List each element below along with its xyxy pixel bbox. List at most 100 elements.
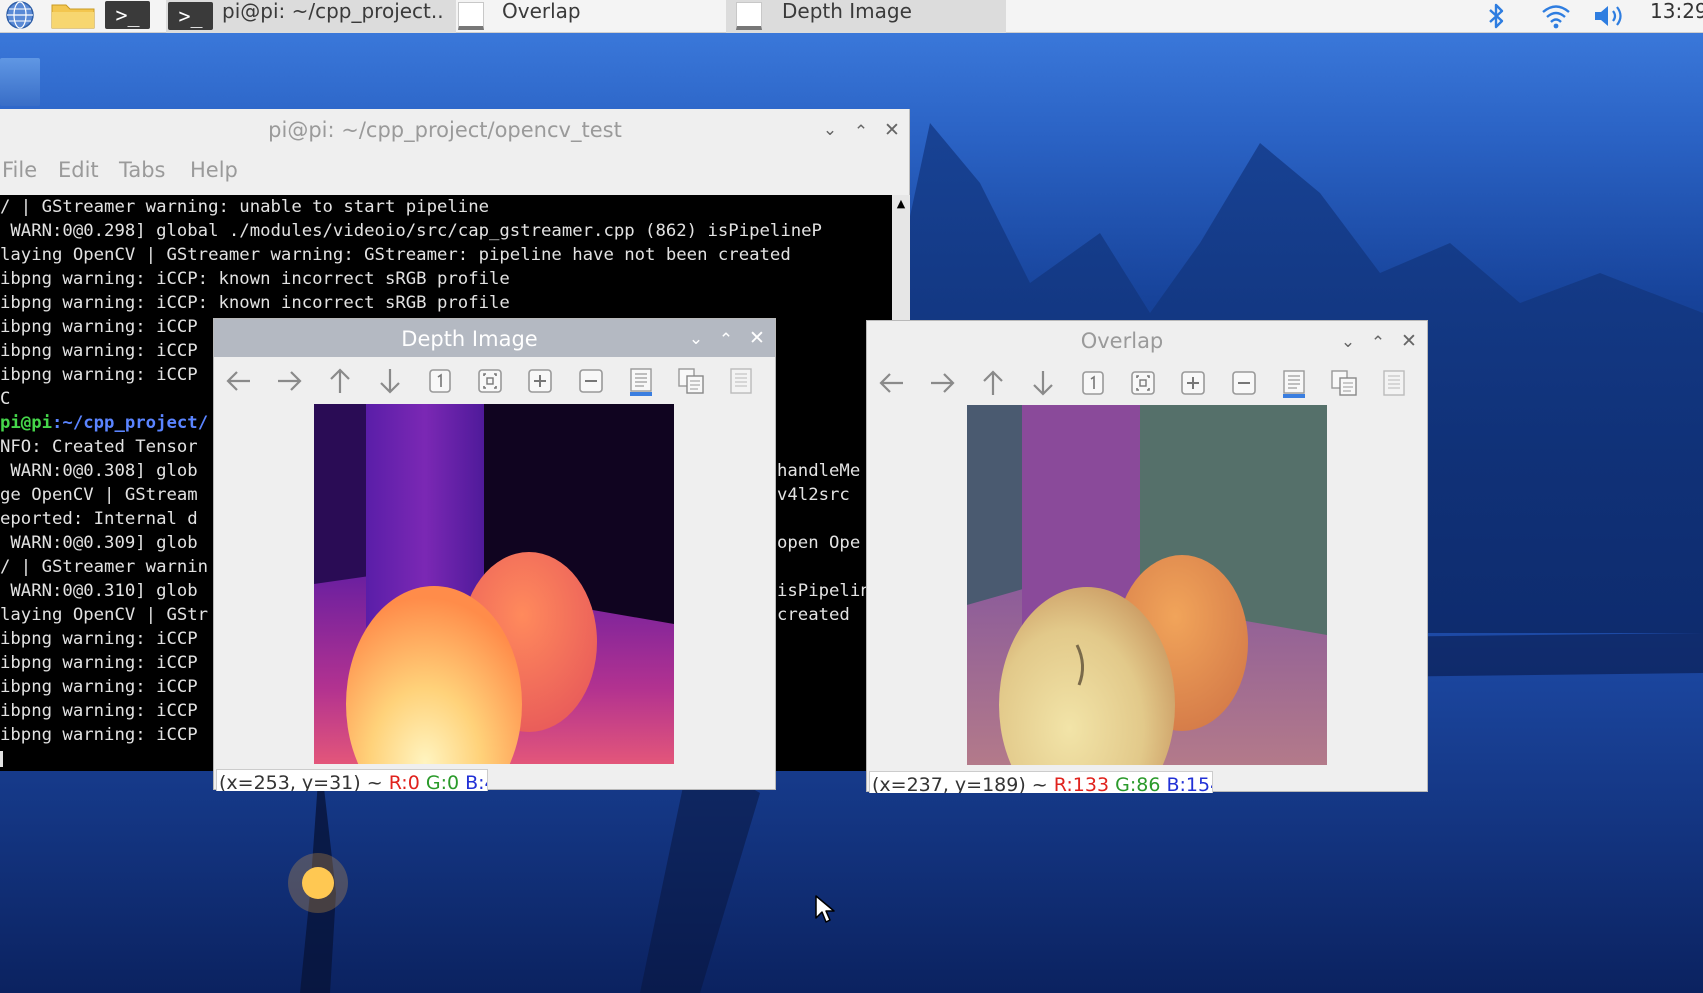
terminal-line: ibpng warning: iCCP: known incorrect sRG… xyxy=(0,269,510,289)
maximize-button[interactable]: ⌃ xyxy=(849,120,873,144)
status-coords: (x=237, y=189) ~ xyxy=(872,774,1054,793)
bluetooth-icon[interactable] xyxy=(1484,2,1510,30)
pan-up-icon[interactable] xyxy=(325,365,355,397)
pan-up-icon[interactable] xyxy=(978,367,1008,399)
menu-help[interactable]: Help xyxy=(190,151,238,189)
zoom-in-icon[interactable] xyxy=(1178,367,1208,399)
menu-edit[interactable]: Edit xyxy=(58,151,99,189)
zoom-fit-icon[interactable] xyxy=(475,365,505,397)
terminal-line: ibpng warning: iCCP xyxy=(0,341,198,361)
terminal-fragment: handleMe xyxy=(777,461,861,481)
menu-tabs[interactable]: Tabs xyxy=(119,151,166,189)
image-toolbar xyxy=(867,359,1427,407)
mouse-pointer-icon xyxy=(815,895,835,923)
zoom-fit-icon[interactable] xyxy=(1128,367,1158,399)
terminal-fragment: isPipelin xyxy=(777,581,871,601)
zoom-original-icon[interactable] xyxy=(425,365,455,397)
menu-file[interactable]: File xyxy=(2,151,37,189)
trash-icon[interactable] xyxy=(0,58,40,106)
task-terminal[interactable]: >_ pi@pi: ~/cpp_project.. xyxy=(166,0,456,33)
volume-icon[interactable] xyxy=(1592,2,1630,30)
pan-down-icon[interactable] xyxy=(1028,367,1058,399)
web-browser-icon[interactable] xyxy=(0,1,42,29)
maximize-button[interactable]: ⌃ xyxy=(1366,331,1390,355)
terminal-fragment: open Ope xyxy=(777,533,861,553)
terminal-line: NFO: Created Tensor xyxy=(0,437,198,457)
text-cursor xyxy=(0,751,3,767)
terminal-line: laying OpenCV | GStr xyxy=(0,605,209,625)
terminal-line: C xyxy=(0,389,11,409)
status-red: R:0 xyxy=(388,772,420,791)
pan-left-icon[interactable] xyxy=(877,367,907,399)
terminal-line: WARN:0@0.308] glob xyxy=(0,461,198,481)
task-overlap[interactable]: Overlap xyxy=(456,0,724,33)
minimize-button[interactable]: ⌄ xyxy=(684,327,708,351)
overlap-image-status: (x=237, y=189) ~ R:133 G:86 B:154 xyxy=(869,771,1213,793)
zoom-out-icon[interactable] xyxy=(576,365,606,397)
scroll-up-arrow-icon[interactable]: ▲ xyxy=(892,195,910,213)
zoom-original-icon[interactable] xyxy=(1078,367,1108,399)
minimize-button[interactable]: ⌄ xyxy=(818,118,842,142)
terminal-line: ge OpenCV | GStream xyxy=(0,485,198,505)
terminal-task-icon: >_ xyxy=(168,2,213,30)
wifi-icon[interactable] xyxy=(1540,2,1572,30)
close-button[interactable]: ✕ xyxy=(1397,329,1421,353)
terminal-fragment: created xyxy=(777,605,850,625)
terminal-icon[interactable]: >_ xyxy=(105,1,150,29)
terminal-line: / | GStreamer warning: unable to start p… xyxy=(0,197,489,217)
properties-icon[interactable] xyxy=(726,365,756,397)
terminal-line: / | GStreamer warnin xyxy=(0,557,209,577)
save-image-icon[interactable] xyxy=(1279,367,1309,399)
pan-right-icon[interactable] xyxy=(274,365,304,397)
depth-image-canvas[interactable] xyxy=(314,404,674,764)
minimize-button[interactable]: ⌄ xyxy=(1336,330,1360,354)
terminal-fragment: v4l2src xyxy=(777,485,850,505)
close-button[interactable]: ✕ xyxy=(745,326,769,350)
status-coords: (x=253, y=31) ~ xyxy=(219,772,389,791)
overlap-image-picture xyxy=(967,405,1327,765)
overlap-image-canvas[interactable] xyxy=(967,405,1327,765)
taskbar: >_ >_ pi@pi: ~/cpp_project.. Overlap Dep… xyxy=(0,0,1703,33)
terminal-line: ibpng warning: iCCP: known incorrect sRG… xyxy=(0,293,510,313)
terminal-line: WARN:0@0.309] glob xyxy=(0,533,198,553)
terminal-prompt: pi@pi:~/cpp_project/ xyxy=(0,411,208,435)
terminal-line: laying OpenCV | GStreamer warning: GStre… xyxy=(0,245,791,265)
terminal-line: ibpng warning: iCCP xyxy=(0,677,198,697)
save-image-icon[interactable] xyxy=(626,365,656,397)
pan-left-icon[interactable] xyxy=(224,365,254,397)
maximize-button[interactable]: ⌃ xyxy=(714,328,738,352)
status-green: G:0 xyxy=(425,772,460,791)
close-button[interactable]: ✕ xyxy=(880,118,904,142)
task-depth-image[interactable]: Depth Image xyxy=(726,0,1006,33)
copy-image-icon[interactable] xyxy=(676,365,706,397)
zoom-out-icon[interactable] xyxy=(1229,367,1259,399)
status-red: R:133 xyxy=(1053,774,1110,793)
depth-image-status: (x=253, y=31) ~ R:0 G:0 B:4 xyxy=(216,769,488,791)
window-task-icon xyxy=(736,2,762,30)
depth-image-window: Depth Image ⌄ ⌃ ✕ (x=253, y=31) ~ R:0 G:… xyxy=(213,318,776,791)
task-depth-image-label: Depth Image xyxy=(782,0,912,23)
status-blue: B:4 xyxy=(465,772,487,791)
properties-icon[interactable] xyxy=(1379,367,1409,399)
task-terminal-label: pi@pi: ~/cpp_project.. xyxy=(222,0,444,23)
terminal-line: WARN:0@0.310] glob xyxy=(0,581,198,601)
terminal-menubar: File Edit Tabs Help xyxy=(0,151,910,189)
status-green: G:86 xyxy=(1115,774,1161,793)
terminal-title: pi@pi: ~/cpp_project/opencv_test xyxy=(268,118,622,142)
terminal-line: ibpng warning: iCCP xyxy=(0,629,198,649)
depth-image-picture xyxy=(314,404,674,764)
task-overlap-label: Overlap xyxy=(502,0,581,23)
status-blue: B:154 xyxy=(1166,774,1212,793)
terminal-line: WARN:0@0.298] global ./modules/videoio/s… xyxy=(0,221,822,241)
window-task-icon xyxy=(458,2,484,30)
copy-image-icon[interactable] xyxy=(1329,367,1359,399)
pan-down-icon[interactable] xyxy=(375,365,405,397)
clock: 13:29 xyxy=(1650,0,1703,23)
file-manager-icon[interactable] xyxy=(50,1,96,29)
pan-right-icon[interactable] xyxy=(927,367,957,399)
prompt-path: :~/cpp_project/ xyxy=(52,413,209,433)
terminal-line: ibpng warning: iCCP xyxy=(0,365,198,385)
terminal-line: ibpng warning: iCCP xyxy=(0,653,198,673)
prompt-user: pi@pi xyxy=(0,413,53,433)
zoom-in-icon[interactable] xyxy=(525,365,555,397)
